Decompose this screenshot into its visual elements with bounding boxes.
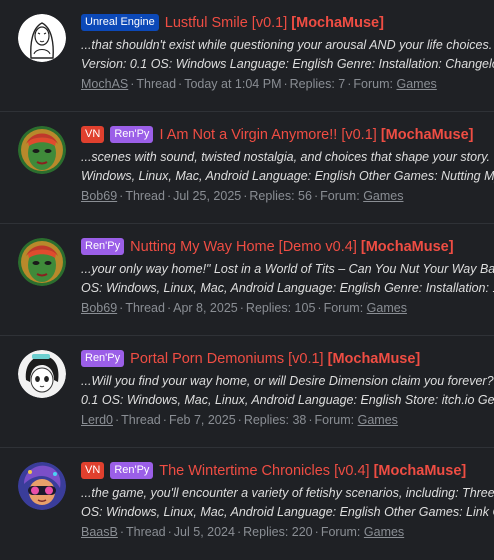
thread-title-link[interactable]: Lustful Smile [v0.1] [MochaMuse] xyxy=(165,15,384,31)
avatar[interactable] xyxy=(18,462,66,510)
author-link[interactable]: Bob69 xyxy=(81,189,117,203)
prefix-badge[interactable]: Ren'Py xyxy=(81,238,125,255)
content-type: Thread xyxy=(125,301,165,315)
post-date: Today at 1:04 PM xyxy=(184,77,282,91)
result-meta: Lerd0 · Thread · Feb 7, 2025 · Replies: 38 · For… xyxy=(81,413,398,427)
snippet-line: OS: Windows, Linux, Mac, Android Languag… xyxy=(81,505,494,519)
forum-link[interactable]: Games xyxy=(358,413,398,427)
result-snippet: ...Will you find your way home, or will … xyxy=(81,372,494,410)
snippet-line: ...that shouldn't exist while questionin… xyxy=(81,38,493,52)
post-date: Jul 25, 2025 xyxy=(173,189,242,203)
reply-count: Replies: 220 xyxy=(243,525,313,539)
thread-title-line[interactable]: Unreal Engine Lustful Smile [v0.1] [Moch… xyxy=(81,12,494,34)
developer-tag[interactable]: [MochaMuse] xyxy=(374,463,467,479)
content-type: Thread xyxy=(121,413,161,427)
prefix-badge[interactable]: Ren'Py xyxy=(110,462,154,479)
thread-title-text[interactable]: The Wintertime Chronicles [v0.4] xyxy=(159,463,373,479)
thread-title-text[interactable]: Nutting My Way Home [Demo v0.4] xyxy=(130,239,361,255)
reply-count: Replies: 38 xyxy=(243,413,307,427)
thread-title-link[interactable]: I Am Not a Virgin Anymore!! [v0.1] [Moch… xyxy=(159,127,473,143)
thread-title-link[interactable]: The Wintertime Chronicles [v0.4] [MochaM… xyxy=(159,463,466,479)
avatar[interactable] xyxy=(18,238,66,286)
snippet-line: ...your only way home!" Lost in a World … xyxy=(81,262,494,276)
result-snippet: ...your only way home!" Lost in a World … xyxy=(81,260,494,298)
snippet-line: Windows, Linux, Mac, Android Language: E… xyxy=(81,169,494,183)
thread-title-text[interactable]: Lustful Smile [v0.1] xyxy=(165,15,292,31)
prefix-badge[interactable]: Ren'Py xyxy=(81,350,125,367)
avatar[interactable] xyxy=(18,14,66,62)
reply-count: Replies: 56 xyxy=(249,189,312,203)
forum-link[interactable]: Games xyxy=(363,189,403,203)
search-result: VN Ren'Py The Wintertime Chronicles [v0.… xyxy=(0,448,494,560)
result-meta: BaasB · Thread · Jul 5, 2024 · Replies: 220 · Fo… xyxy=(81,525,405,539)
developer-tag[interactable]: [MochaMuse] xyxy=(291,15,384,31)
snippet-line: ...Will you find your way home, or will … xyxy=(81,374,494,388)
result-meta: Bob69 · Thread · Apr 8, 2025 · Replies: 105 · Fo… xyxy=(81,301,407,315)
snippet-line: 0.1 OS: Windows, Mac, Linux, Android Lan… xyxy=(81,393,494,407)
forum-label: Forum: xyxy=(320,189,360,203)
thread-title-line[interactable]: Ren'Py Portal Porn Demoniums [v0.1] [Moc… xyxy=(81,348,494,370)
avatar[interactable] xyxy=(18,126,66,174)
forum-link[interactable]: Games xyxy=(367,301,407,315)
snippet-line: OS: Windows, Linux, Mac, Android Languag… xyxy=(81,281,494,295)
search-result: Ren'Py Portal Porn Demoniums [v0.1] [Moc… xyxy=(0,336,494,448)
search-result: VN Ren'Py I Am Not a Virgin Anymore!! [v… xyxy=(0,112,494,224)
post-date: Feb 7, 2025 xyxy=(168,413,236,427)
thread-title-text[interactable]: Portal Porn Demoniums [v0.1] xyxy=(130,351,327,367)
snippet-line: ...the game, you'll encounter a variety … xyxy=(81,486,494,500)
result-snippet: ...scenes with sound, twisted nostalgia,… xyxy=(81,148,494,186)
result-meta: MochAS · Thread · Today at 1:04 PM · Replies: … xyxy=(81,77,437,91)
forum-link[interactable]: Games xyxy=(364,525,404,539)
author-link[interactable]: BaasB xyxy=(81,525,118,539)
thread-title-link[interactable]: Nutting My Way Home [Demo v0.4] [MochaMu… xyxy=(130,239,453,255)
thread-title-line[interactable]: VN Ren'Py The Wintertime Chronicles [v0.… xyxy=(81,460,494,482)
reply-count: Replies: 105 xyxy=(245,301,316,315)
avatar[interactable] xyxy=(18,350,66,398)
forum-label: Forum: xyxy=(353,77,394,91)
prefix-badge[interactable]: Ren'Py xyxy=(110,126,154,143)
forum-label: Forum: xyxy=(323,301,364,315)
thread-title-link[interactable]: Portal Porn Demoniums [v0.1] [MochaMuse] xyxy=(130,351,420,367)
search-result: Unreal Engine Lustful Smile [v0.1] [Moch… xyxy=(0,0,494,112)
thread-title-text[interactable]: I Am Not a Virgin Anymore!! [v0.1] xyxy=(159,127,380,143)
developer-tag[interactable]: [MochaMuse] xyxy=(381,127,474,143)
thread-title-line[interactable]: Ren'Py Nutting My Way Home [Demo v0.4] [… xyxy=(81,236,494,258)
reply-count: Replies: 7 xyxy=(289,77,346,91)
result-meta: Bob69 · Thread · Jul 25, 2025 · Replies: 56 · Fo… xyxy=(81,189,404,203)
result-snippet: ...that shouldn't exist while questionin… xyxy=(81,36,494,74)
developer-tag[interactable]: [MochaMuse] xyxy=(361,239,454,255)
prefix-badge[interactable]: VN xyxy=(81,126,105,143)
post-date: Apr 8, 2025 xyxy=(173,301,238,315)
snippet-line: ...scenes with sound, twisted nostalgia,… xyxy=(81,150,494,164)
result-snippet: ...the game, you'll encounter a variety … xyxy=(81,484,494,522)
prefix-badge[interactable]: Unreal Engine xyxy=(81,14,159,31)
post-date: Jul 5, 2024 xyxy=(173,525,235,539)
author-link[interactable]: Lerd0 xyxy=(81,413,113,427)
search-result: Ren'Py Nutting My Way Home [Demo v0.4] [… xyxy=(0,224,494,336)
content-type: Thread xyxy=(125,189,165,203)
snippet-line: Version: 0.1 OS: Windows Language: Engli… xyxy=(81,57,494,71)
author-link[interactable]: Bob69 xyxy=(81,301,117,315)
forum-label: Forum: xyxy=(320,525,361,539)
forum-link[interactable]: Games xyxy=(397,77,437,91)
prefix-badge[interactable]: VN xyxy=(81,462,105,479)
developer-tag[interactable]: [MochaMuse] xyxy=(328,351,421,367)
content-type: Thread xyxy=(126,525,166,539)
thread-title-line[interactable]: VN Ren'Py I Am Not a Virgin Anymore!! [v… xyxy=(81,124,494,146)
search-results-list: Unreal Engine Lustful Smile [v0.1] [Moch… xyxy=(0,0,494,560)
forum-label: Forum: xyxy=(314,413,355,427)
author-link[interactable]: MochAS xyxy=(81,77,128,91)
content-type: Thread xyxy=(136,77,177,91)
